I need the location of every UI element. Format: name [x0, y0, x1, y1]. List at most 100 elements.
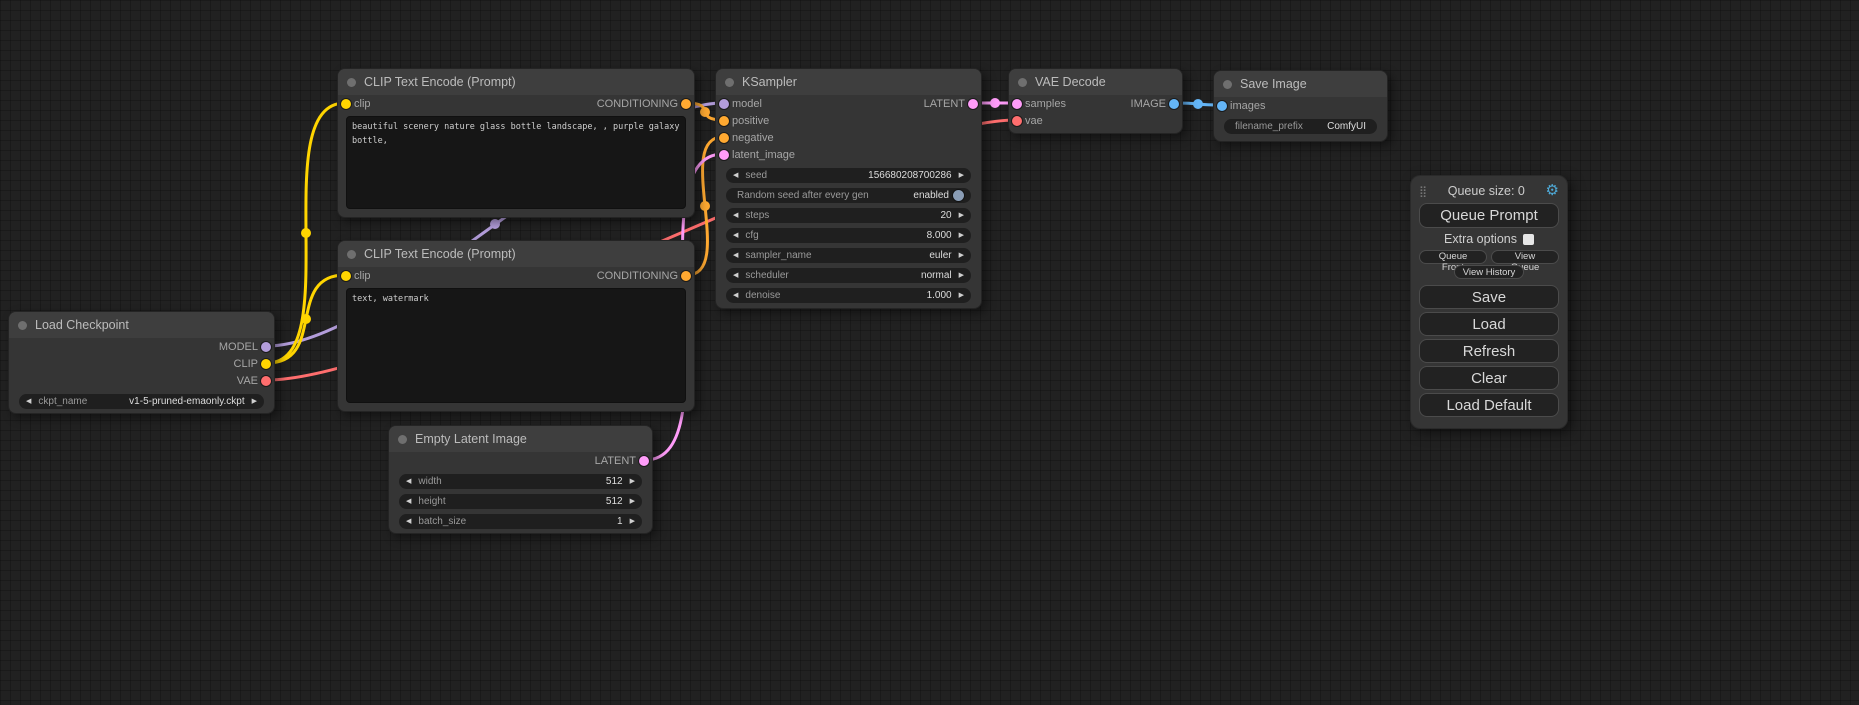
clear-button[interactable]: Clear: [1419, 366, 1559, 390]
arrow-right-icon[interactable]: [959, 172, 964, 179]
link-midpoint-dot[interactable]: [700, 201, 710, 211]
node-title-bar[interactable]: CLIP Text Encode (Prompt): [338, 69, 694, 95]
output-port-clip[interactable]: [261, 359, 271, 369]
toggle-knob[interactable]: [953, 190, 964, 201]
arrow-right-icon[interactable]: [630, 478, 635, 485]
arrow-right-icon[interactable]: [959, 292, 964, 299]
widget-name: sampler_name: [745, 250, 811, 261]
collapse-dot[interactable]: [725, 78, 734, 87]
input-port-clip[interactable]: [341, 99, 351, 109]
arrow-right-icon[interactable]: [959, 232, 964, 239]
widget-scheduler[interactable]: scheduler normal: [726, 268, 971, 283]
extra-options-checkbox[interactable]: [1523, 234, 1534, 245]
widget-batch-size[interactable]: batch_size 1: [399, 514, 642, 529]
arrow-left-icon[interactable]: [406, 478, 411, 485]
queue-prompt-button[interactable]: Queue Prompt: [1419, 203, 1559, 228]
node-load-checkpoint[interactable]: Load Checkpoint MODEL CLIP VAE ckpt_name…: [8, 311, 275, 414]
output-port-conditioning[interactable]: [681, 99, 691, 109]
arrow-left-icon[interactable]: [406, 518, 411, 525]
comfy-menu-panel[interactable]: Queue size: 0 Queue Prompt Extra options…: [1410, 175, 1568, 429]
link-midpoint-dot[interactable]: [490, 219, 500, 229]
node-save-image[interactable]: Save Image images filename_prefix ComfyU…: [1213, 70, 1388, 142]
output-port-latent[interactable]: [639, 456, 649, 466]
collapse-dot[interactable]: [398, 435, 407, 444]
arrow-right-icon[interactable]: [252, 398, 257, 405]
queue-front-button[interactable]: Queue Front: [1419, 250, 1487, 264]
widget-steps[interactable]: steps 20: [726, 208, 971, 223]
input-port-images[interactable]: [1217, 101, 1227, 111]
input-port-model[interactable]: [719, 99, 729, 109]
input-port-samples[interactable]: [1012, 99, 1022, 109]
node-title-bar[interactable]: Load Checkpoint: [9, 312, 274, 338]
collapse-dot[interactable]: [1223, 80, 1232, 89]
graph-canvas[interactable]: Load Checkpoint MODEL CLIP VAE ckpt_name…: [0, 0, 1859, 705]
positive-prompt-textarea[interactable]: beautiful scenery nature glass bottle la…: [346, 116, 686, 209]
widget-value: 512: [606, 476, 623, 487]
widget-denoise[interactable]: denoise 1.000: [726, 288, 971, 303]
output-port-conditioning[interactable]: [681, 271, 691, 281]
collapse-dot[interactable]: [347, 250, 356, 259]
node-clip-text-encode-positive[interactable]: CLIP Text Encode (Prompt) clip CONDITION…: [337, 68, 695, 218]
node-title-bar[interactable]: Save Image: [1214, 71, 1387, 97]
link-midpoint-dot[interactable]: [700, 107, 710, 117]
slot-row: model LATENT: [716, 95, 981, 112]
refresh-button[interactable]: Refresh: [1419, 339, 1559, 363]
node-empty-latent-image[interactable]: Empty Latent Image LATENT width 512 heig…: [388, 425, 653, 534]
widget-ckpt-name[interactable]: ckpt_name v1-5-pruned-emaonly.ckpt: [19, 394, 264, 409]
input-port-negative[interactable]: [719, 133, 729, 143]
output-port-vae[interactable]: [261, 376, 271, 386]
view-history-button[interactable]: View History: [1454, 265, 1525, 279]
arrow-right-icon[interactable]: [959, 212, 964, 219]
widget-width[interactable]: width 512: [399, 474, 642, 489]
save-button[interactable]: Save: [1419, 285, 1559, 309]
arrow-left-icon[interactable]: [733, 252, 738, 259]
arrow-left-icon[interactable]: [733, 232, 738, 239]
node-clip-text-encode-negative[interactable]: CLIP Text Encode (Prompt) clip CONDITION…: [337, 240, 695, 412]
gear-icon[interactable]: [1546, 182, 1559, 200]
output-port-image[interactable]: [1169, 99, 1179, 109]
view-queue-button[interactable]: View Queue: [1491, 250, 1559, 264]
widget-cfg[interactable]: cfg 8.000: [726, 228, 971, 243]
arrow-right-icon[interactable]: [630, 498, 635, 505]
arrow-left-icon[interactable]: [733, 172, 738, 179]
input-port-vae[interactable]: [1012, 116, 1022, 126]
widget-height[interactable]: height 512: [399, 494, 642, 509]
load-default-button[interactable]: Load Default: [1419, 393, 1559, 417]
load-button[interactable]: Load: [1419, 312, 1559, 336]
input-port-clip[interactable]: [341, 271, 351, 281]
collapse-dot[interactable]: [347, 78, 356, 87]
collapse-dot[interactable]: [18, 321, 27, 330]
node-ksampler[interactable]: KSampler model LATENT positive negative …: [715, 68, 982, 309]
arrow-left-icon[interactable]: [406, 498, 411, 505]
widget-seed[interactable]: seed 156680208700286: [726, 168, 971, 183]
node-title-bar[interactable]: Empty Latent Image: [389, 426, 652, 452]
drag-handle-icon[interactable]: [1419, 182, 1427, 200]
node-vae-decode[interactable]: VAE Decode samples IMAGE vae: [1008, 68, 1183, 134]
link-midpoint-dot[interactable]: [990, 98, 1000, 108]
link-midpoint-dot[interactable]: [1193, 99, 1203, 109]
input-port-positive[interactable]: [719, 116, 729, 126]
node-title-bar[interactable]: CLIP Text Encode (Prompt): [338, 241, 694, 267]
arrow-left-icon[interactable]: [733, 272, 738, 279]
negative-prompt-textarea[interactable]: text, watermark: [346, 288, 686, 403]
arrow-right-icon[interactable]: [959, 252, 964, 259]
arrow-right-icon[interactable]: [959, 272, 964, 279]
widget-filename-prefix[interactable]: filename_prefix ComfyUI: [1224, 119, 1377, 134]
node-title: Load Checkpoint: [35, 318, 129, 332]
arrow-right-icon[interactable]: [630, 518, 635, 525]
output-port-model[interactable]: [261, 342, 271, 352]
arrow-left-icon[interactable]: [26, 398, 31, 405]
arrow-left-icon[interactable]: [733, 292, 738, 299]
input-port-latent-image[interactable]: [719, 150, 729, 160]
link-midpoint-dot[interactable]: [301, 314, 311, 324]
arrow-left-icon[interactable]: [733, 212, 738, 219]
widget-sampler-name[interactable]: sampler_name euler: [726, 248, 971, 263]
widget-random-seed-toggle[interactable]: Random seed after every gen enabled: [726, 188, 971, 203]
node-title-bar[interactable]: VAE Decode: [1009, 69, 1182, 95]
slot-label: LATENT: [924, 98, 965, 110]
output-port-latent[interactable]: [968, 99, 978, 109]
collapse-dot[interactable]: [1018, 78, 1027, 87]
node-title-bar[interactable]: KSampler: [716, 69, 981, 95]
link-midpoint-dot[interactable]: [301, 228, 311, 238]
input-slot-images: images: [1214, 97, 1387, 114]
